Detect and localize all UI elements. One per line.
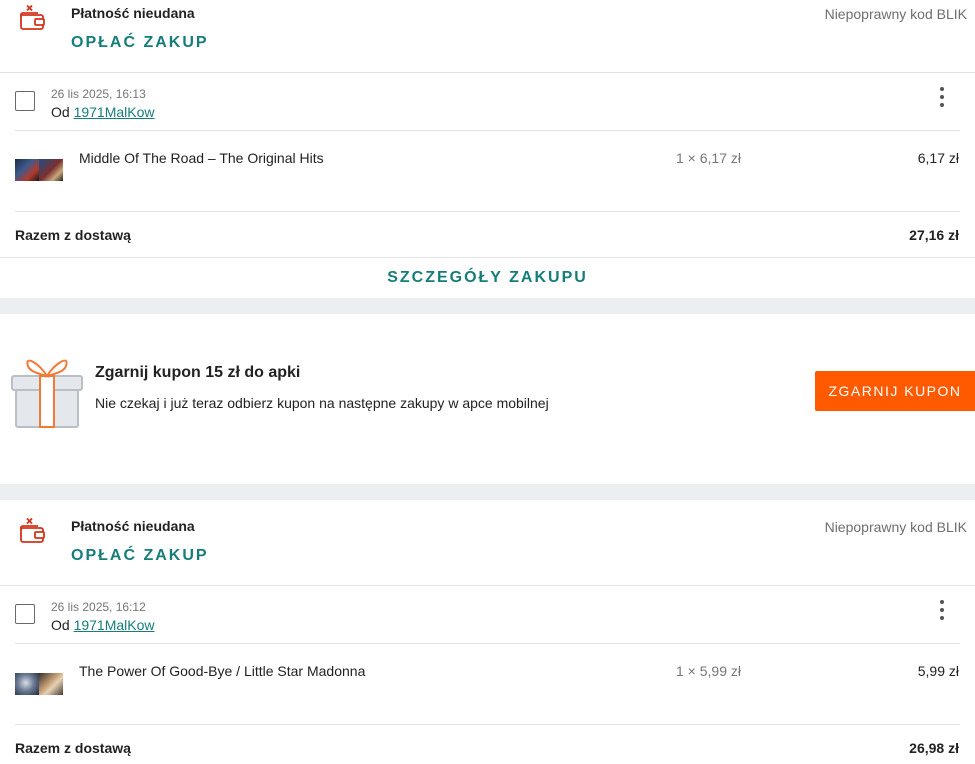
- section-separator: [0, 298, 975, 314]
- order-select-checkbox[interactable]: [15, 91, 35, 111]
- promo-description: Nie czekaj i już teraz odbierz kupon na …: [95, 395, 549, 411]
- payment-status-title: Płatność nieudana: [71, 5, 195, 21]
- more-vertical-icon[interactable]: [936, 87, 948, 111]
- seller-link[interactable]: 1971MalKow: [74, 617, 155, 633]
- item-thumbnail[interactable]: [15, 673, 63, 695]
- divider: [0, 585, 975, 586]
- order-date: 26 lis 2025, 16:12: [51, 600, 146, 614]
- divider: [15, 724, 960, 725]
- seller-line: Od 1971MalKow: [51, 617, 155, 633]
- divider: [15, 211, 960, 212]
- total-label: Razem z dostawą: [15, 227, 131, 243]
- more-vertical-icon[interactable]: [936, 600, 948, 624]
- total-value: 26,98 zł: [909, 740, 959, 756]
- promo-title: Zgarnij kupon 15 zł do apki: [95, 364, 301, 381]
- item-quantity: 1 × 5,99 zł: [676, 663, 741, 679]
- item-thumbnail[interactable]: [15, 159, 63, 181]
- payment-status-row: Płatność nieudana OPŁAĆ ZAKUP Niepoprawn…: [0, 513, 975, 585]
- order-date: 26 lis 2025, 16:13: [51, 87, 146, 101]
- pay-now-button[interactable]: OPŁAĆ ZAKUP: [71, 34, 209, 52]
- payment-status-title: Płatność nieudana: [71, 518, 195, 534]
- payment-error-reason: Niepoprawny kod BLIK: [824, 519, 967, 535]
- divider: [0, 72, 975, 73]
- seller-prefix: Od: [51, 617, 70, 633]
- order-details-button[interactable]: SZCZEGÓŁY ZAKUPU: [0, 269, 975, 287]
- item-price: 5,99 zł: [917, 663, 959, 679]
- claim-coupon-button[interactable]: ZGARNIJ KUPON: [815, 371, 975, 411]
- divider: [15, 643, 960, 644]
- payment-status-row: Płatność nieudana OPŁAĆ ZAKUP Niepoprawn…: [0, 0, 975, 72]
- seller-line: Od 1971MalKow: [51, 104, 155, 120]
- section-separator: [0, 484, 975, 500]
- item-quantity: 1 × 6,17 zł: [676, 150, 741, 166]
- total-value: 27,16 zł: [909, 227, 959, 243]
- seller-prefix: Od: [51, 104, 70, 120]
- item-price: 6,17 zł: [917, 150, 959, 166]
- pay-now-button[interactable]: OPŁAĆ ZAKUP: [71, 547, 209, 565]
- seller-link[interactable]: 1971MalKow: [74, 104, 155, 120]
- gift-icon: [11, 359, 83, 428]
- wallet-error-icon: [20, 5, 45, 30]
- divider: [15, 130, 960, 131]
- wallet-error-icon: [20, 518, 45, 543]
- payment-error-reason: Niepoprawny kod BLIK: [824, 6, 967, 22]
- order-select-checkbox[interactable]: [15, 604, 35, 624]
- total-label: Razem z dostawą: [15, 740, 131, 756]
- item-title-link[interactable]: Middle Of The Road – The Original Hits: [79, 150, 324, 166]
- item-title-link[interactable]: The Power Of Good-Bye / Little Star Mado…: [79, 663, 365, 679]
- order-card: Płatność nieudana OPŁAĆ ZAKUP Niepoprawn…: [0, 0, 975, 298]
- divider: [0, 257, 975, 258]
